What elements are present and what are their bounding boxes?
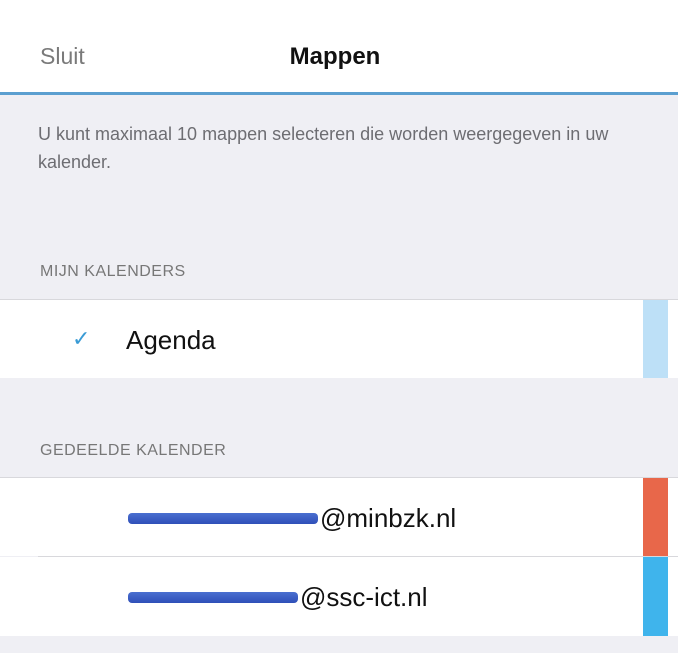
checkmark-icon: ✓ bbox=[72, 326, 91, 351]
calendar-color-swatch bbox=[643, 300, 668, 378]
calendar-row-shared-2[interactable]: @ssc-ict.nl bbox=[0, 557, 678, 636]
calendar-email-domain: @minbzk.nl bbox=[320, 503, 457, 533]
page-title: Mappen bbox=[289, 43, 381, 70]
calendar-color-swatch bbox=[643, 557, 668, 636]
section-label-my-calendars: MIJN KALENDERS bbox=[40, 263, 186, 280]
calendar-row-agenda[interactable]: ✓ Agenda bbox=[0, 299, 678, 378]
calendar-row-shared-1[interactable]: @minbzk.nl bbox=[0, 477, 678, 557]
calendar-label: @minbzk.nl bbox=[128, 503, 456, 534]
nav-header: Sluit Mappen bbox=[0, 0, 678, 95]
redaction-mark bbox=[128, 512, 318, 524]
info-text: U kunt maximaal 10 mappen selecteren die… bbox=[38, 124, 609, 172]
calendar-email-domain: @ssc-ict.nl bbox=[300, 582, 428, 612]
section-label-shared-calendars: GEDEELDE KALENDER bbox=[40, 442, 227, 459]
redaction-mark bbox=[128, 591, 298, 603]
calendar-label: Agenda bbox=[126, 325, 216, 355]
calendar-label: @ssc-ict.nl bbox=[128, 582, 428, 613]
calendar-color-swatch bbox=[643, 478, 668, 556]
